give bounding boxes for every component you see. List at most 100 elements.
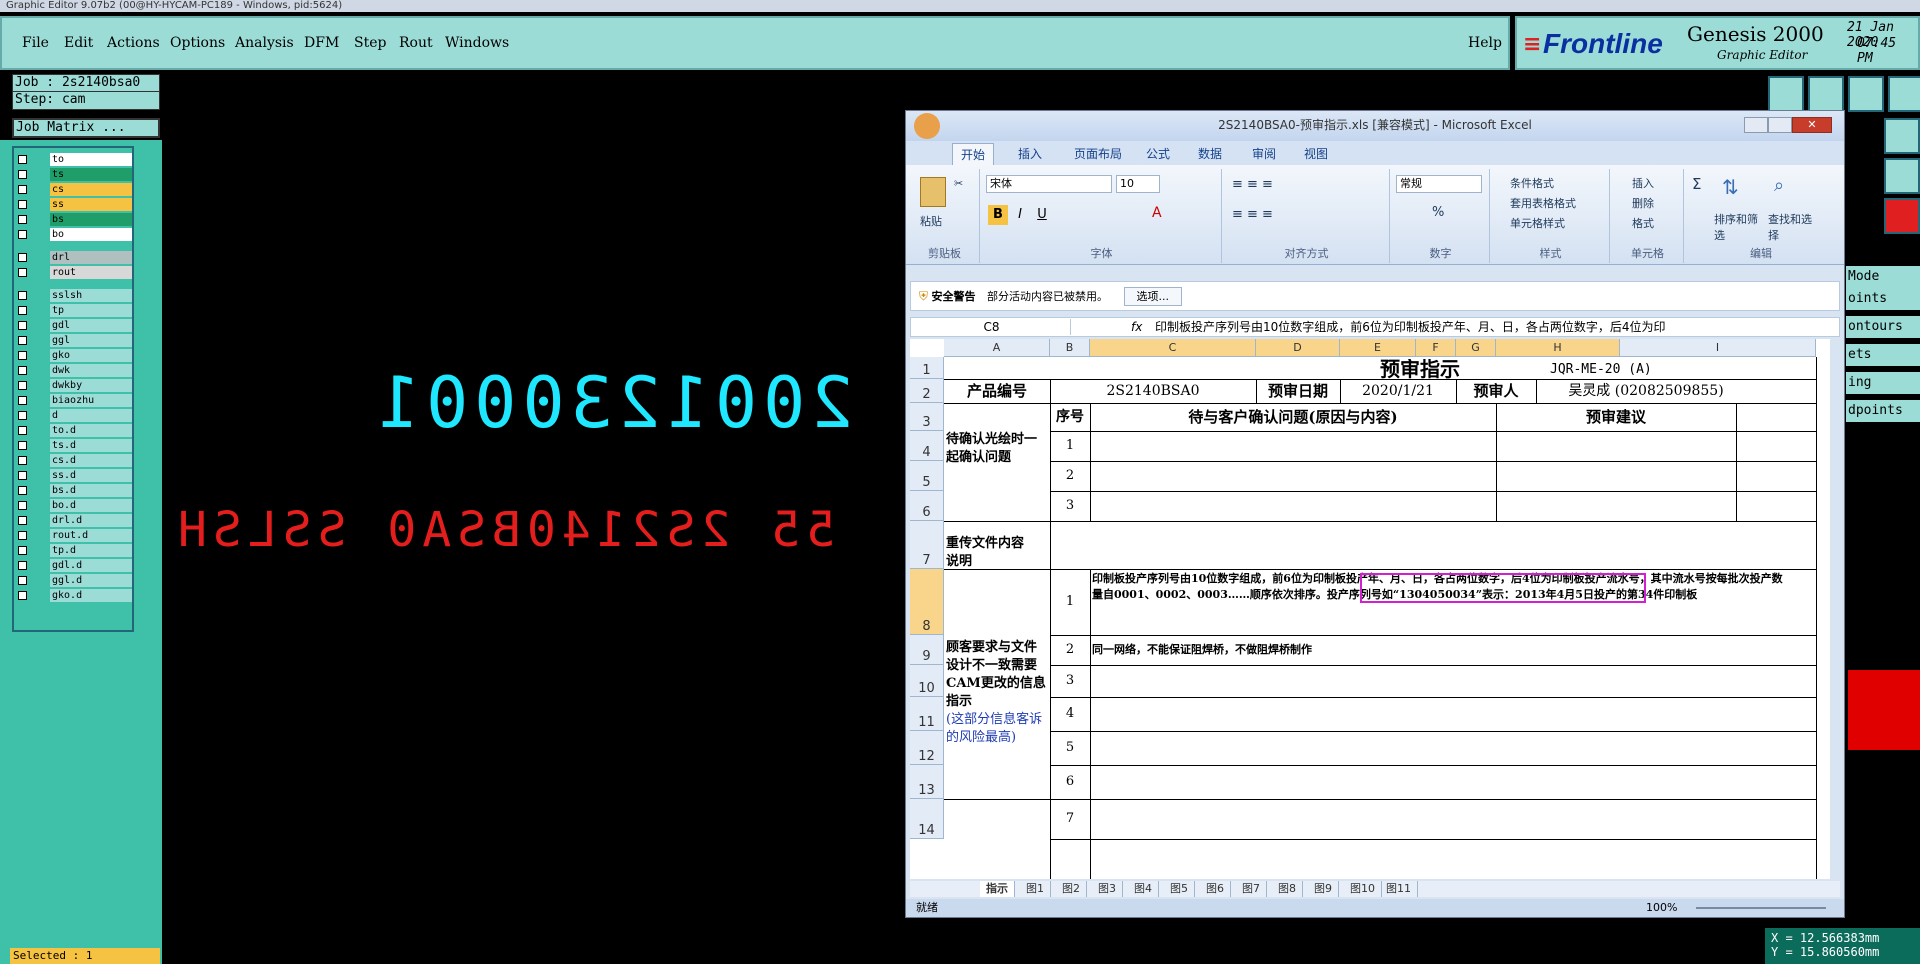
sheet-tab-0[interactable]: 指示 (980, 881, 1015, 897)
layer-row-gdl-d[interactable]: gdl.d (14, 558, 136, 573)
minimize-button[interactable] (1744, 117, 1768, 133)
row-header[interactable]: 9 (910, 635, 944, 665)
layer-name[interactable]: rout (50, 266, 132, 279)
layer-name[interactable]: bo (50, 228, 132, 241)
sheet-tab-9[interactable]: 图9 (1308, 881, 1339, 897)
paste-button[interactable]: 粘贴 (920, 213, 942, 229)
layer-checkbox[interactable] (18, 576, 27, 585)
cell-n6[interactable]: 6 (1050, 765, 1090, 799)
layer-row-ggl-d[interactable]: ggl.d (14, 573, 136, 588)
layer-checkbox[interactable] (18, 185, 27, 194)
layer-row-drl[interactable]: drl (14, 250, 136, 265)
conditional-format-button[interactable]: 条件格式 (1510, 175, 1554, 191)
font-color-icon[interactable]: A (1152, 205, 1162, 221)
sheet-tab-1[interactable]: 图1 (1020, 881, 1051, 897)
column-header[interactable]: C (1090, 339, 1256, 357)
delete-cells-button[interactable]: 删除 (1632, 195, 1654, 211)
row-header[interactable]: 6 (910, 491, 944, 521)
layer-checkbox[interactable] (18, 411, 27, 420)
row-header[interactable]: 11 (910, 697, 944, 731)
row-header[interactable]: 4 (910, 431, 944, 461)
layer-row-ts-d[interactable]: ts.d (14, 438, 136, 453)
sheet-tab-6[interactable]: 图6 (1200, 881, 1231, 897)
layer-checkbox[interactable] (18, 351, 27, 360)
layer-row-drl-d[interactable]: drl.d (14, 513, 136, 528)
layer-name[interactable]: bs (50, 213, 132, 226)
column-header[interactable]: A (944, 339, 1050, 357)
menu-windows[interactable]: Windows (445, 35, 509, 51)
layer-checkbox[interactable] (18, 215, 27, 224)
cell-mismatch-note[interactable]: (这部分信息客诉的风险最高) (946, 711, 1048, 771)
cell-mismatch-label[interactable]: 顾客要求与文件设计不一致需要CAM更改的信息指示 (946, 639, 1048, 719)
sort-filter-button[interactable]: 排序和筛选 (1714, 211, 1758, 243)
layer-row-rout-d[interactable]: rout.d (14, 528, 136, 543)
align-top-icon[interactable]: ≡ ≡ ≡ (1232, 177, 1273, 192)
layer-checkbox[interactable] (18, 230, 27, 239)
layer-name[interactable]: tp.d (50, 544, 132, 557)
layer-checkbox[interactable] (18, 366, 27, 375)
layer-name[interactable]: d (50, 409, 132, 422)
ribbon-tab-6[interactable]: 视图 (1304, 145, 1328, 162)
layer-name[interactable]: gko (50, 349, 132, 362)
maximize-button[interactable] (1768, 117, 1792, 133)
layer-row-bs[interactable]: bs (14, 212, 136, 227)
layer-row-sslsh[interactable]: sslsh (14, 288, 136, 303)
layer-name[interactable]: gko.d (50, 589, 132, 602)
format-cells-button[interactable]: 格式 (1632, 215, 1654, 231)
sheet-tab-4[interactable]: 图4 (1128, 881, 1159, 897)
layer-row-to-d[interactable]: to.d (14, 423, 136, 438)
layer-name[interactable]: bs.d (50, 484, 132, 497)
cell-title[interactable]: 预审指示 (1340, 359, 1500, 379)
sheet-tab-3[interactable]: 图3 (1092, 881, 1123, 897)
cell-n3[interactable]: 3 (1050, 665, 1090, 697)
layer-row-bo[interactable]: bo (14, 227, 136, 242)
cell-n7[interactable]: 7 (1050, 799, 1090, 839)
layer-checkbox[interactable] (18, 426, 27, 435)
right-list-contours[interactable]: ontours (1846, 316, 1920, 338)
layer-name[interactable]: sslsh (50, 289, 132, 302)
sheet-tab-7[interactable]: 图7 (1236, 881, 1267, 897)
layer-name[interactable]: bo.d (50, 499, 132, 512)
cell-product-no-label[interactable]: 产品编号 (944, 379, 1050, 403)
ribbon-tab-5[interactable]: 审阅 (1252, 145, 1276, 162)
ribbon-tab-0[interactable]: 开始 (952, 143, 995, 165)
row-header[interactable]: 14 (910, 799, 944, 839)
cell-n1[interactable]: 1 (1050, 569, 1090, 635)
ribbon-tab-3[interactable]: 公式 (1146, 145, 1170, 162)
layer-row-ss[interactable]: ss (14, 197, 136, 212)
layer-row-bo-d[interactable]: bo.d (14, 498, 136, 513)
italic-button[interactable]: I (1010, 205, 1030, 225)
cell-seq-label[interactable]: 序号 (1050, 403, 1090, 431)
layer-name[interactable]: ts (50, 168, 132, 181)
menu-options[interactable]: Options (170, 35, 225, 51)
download-icon[interactable] (1808, 76, 1844, 112)
paste-icon[interactable] (920, 177, 946, 207)
layer-row-dwk[interactable]: dwk (14, 363, 136, 378)
layer-name[interactable]: biaozhu (50, 394, 132, 407)
cell-review-date-label[interactable]: 预审日期 (1256, 379, 1340, 403)
layer-name[interactable]: ts.d (50, 439, 132, 452)
layer-checkbox[interactable] (18, 516, 27, 525)
layer-name[interactable]: gdl.d (50, 559, 132, 572)
right-list-nets[interactable]: ets (1846, 344, 1920, 366)
font-size-select[interactable]: 10 (1116, 175, 1160, 193)
layer-checkbox[interactable] (18, 336, 27, 345)
layer-row-gko-d[interactable]: gko.d (14, 588, 136, 603)
security-options-button[interactable]: 选项... (1123, 287, 1183, 306)
menu-step[interactable]: Step (354, 35, 386, 51)
layer-name[interactable]: ggl.d (50, 574, 132, 587)
row-header[interactable]: 7 (910, 521, 944, 569)
upload-icon[interactable] (1768, 76, 1804, 112)
home-icon[interactable] (1848, 76, 1884, 112)
graphic-canvas[interactable]: 2001230001 55 2S2140BSA0 SSLSH (162, 72, 902, 964)
layer-row-rout[interactable]: rout (14, 265, 136, 280)
formula-input[interactable]: 印制板投产序列号由10位数字组成，前6位为印制板投产年、月、日，各占两位数字，后… (1155, 318, 1835, 336)
menu-rout[interactable]: Rout (399, 35, 433, 51)
cell-n1[interactable]: 1 (1050, 431, 1090, 461)
column-header[interactable]: E (1340, 339, 1416, 357)
ribbon-tab-4[interactable]: 数据 (1198, 145, 1222, 162)
layer-name[interactable]: ggl (50, 334, 132, 347)
layer-checkbox[interactable] (18, 306, 27, 315)
cell-row9-text[interactable]: 同一网络，不能保证阻焊桥，不做阻焊桥制作 (1092, 635, 1592, 665)
job-matrix-button[interactable]: Job Matrix ... (12, 118, 160, 138)
